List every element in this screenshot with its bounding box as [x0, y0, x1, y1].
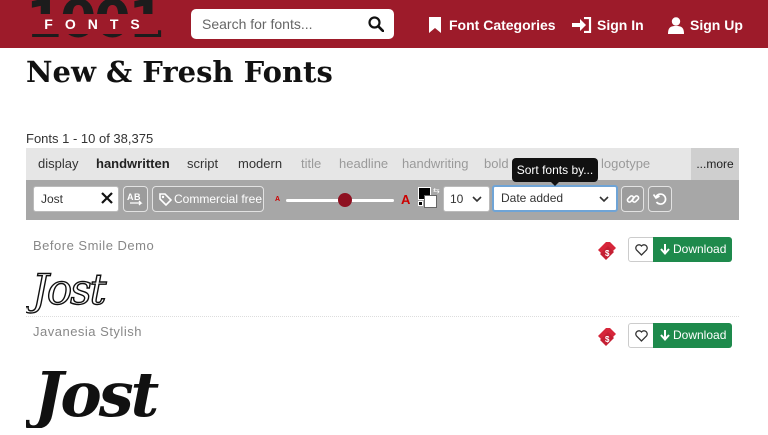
tag-icon [159, 193, 172, 206]
sort-tooltip: Sort fonts by... [512, 158, 598, 182]
user-icon [668, 17, 684, 34]
price-tag-icon[interactable]: $ [596, 326, 618, 348]
font-preview-text: Jost [26, 265, 107, 314]
search-box [191, 9, 394, 39]
category-display[interactable]: display [38, 148, 78, 180]
reset-colors-icon[interactable] [418, 201, 423, 206]
category-handwriting[interactable]: handwriting [402, 148, 469, 180]
preview-text-box [33, 186, 119, 212]
color-picker[interactable]: ⇆ [418, 186, 440, 209]
font-name[interactable]: Javanesia Stylish [33, 324, 142, 339]
nav-sign-up[interactable]: Sign Up [668, 14, 743, 36]
font-list-item: Before Smile Demo $ Download Jost [26, 232, 739, 316]
category-script[interactable]: script [187, 148, 218, 180]
close-icon[interactable] [101, 192, 113, 204]
undo-icon [653, 193, 667, 205]
category-modern[interactable]: modern [238, 148, 282, 180]
svg-text:$: $ [605, 335, 610, 344]
favorite-button[interactable] [628, 323, 654, 348]
font-preview[interactable]: Jost [26, 264, 146, 314]
per-page-select[interactable]: 10 [443, 186, 490, 212]
download-button[interactable]: Download [653, 237, 732, 262]
link-icon [626, 195, 640, 203]
nav-font-categories-label: Font Categories [449, 17, 556, 33]
price-tag-icon[interactable]: $ [596, 240, 618, 262]
bookmark-icon [429, 17, 441, 33]
svg-text:A: A [127, 192, 134, 202]
row-divider [26, 316, 739, 317]
arrow-down-icon [660, 244, 670, 255]
sort-select[interactable]: Date added [492, 185, 618, 212]
preview-text-input[interactable] [34, 187, 98, 211]
commercial-free-label: Commercial free [174, 192, 263, 206]
permalink-button[interactable] [621, 186, 644, 212]
text-case-icon: A B [127, 192, 143, 206]
site-logo[interactable]: 1001 FONTS [26, 0, 165, 50]
more-categories-button[interactable]: ...more [691, 148, 739, 180]
chevron-down-icon [472, 196, 482, 203]
reset-button[interactable] [648, 186, 672, 212]
svg-text:B: B [134, 192, 141, 202]
favorite-button[interactable] [628, 237, 654, 262]
nav-sign-in[interactable]: Sign In [572, 14, 644, 36]
category-bold[interactable]: bold [484, 148, 509, 180]
category-bar: display handwritten script modern title … [26, 148, 739, 180]
sign-in-icon [572, 17, 592, 33]
sort-value: Date added [501, 191, 564, 205]
search-input[interactable] [191, 9, 361, 39]
font-count: Fonts 1 - 10 of 38,375 [26, 131, 154, 146]
heart-icon [635, 330, 648, 342]
charmap-button[interactable]: A B [123, 186, 148, 212]
category-handwritten[interactable]: handwritten [96, 148, 170, 180]
commercial-free-button[interactable]: Commercial free [152, 186, 264, 212]
site-header: 1001 FONTS Font Categories Sign In Sign … [0, 0, 768, 50]
chevron-down-icon [599, 196, 609, 203]
search-icon[interactable] [368, 16, 384, 32]
nav-font-categories[interactable]: Font Categories [429, 14, 556, 36]
per-page-value: 10 [450, 192, 464, 206]
font-preview[interactable]: Jost [26, 348, 166, 428]
font-list-item: Javanesia Stylish $ Download Jost [26, 318, 739, 435]
font-name[interactable]: Before Smile Demo [33, 238, 154, 253]
heart-icon [635, 244, 648, 256]
nav-sign-in-label: Sign In [597, 17, 644, 33]
category-logotype[interactable]: logotype [601, 148, 650, 180]
preview-toolbar: A B Commercial free A A ⇆ 10 Date added [26, 180, 739, 220]
download-button[interactable]: Download [653, 323, 732, 348]
swap-colors-icon[interactable]: ⇆ [433, 186, 440, 195]
nav-sign-up-label: Sign Up [690, 17, 743, 33]
size-slider-thumb[interactable] [338, 193, 353, 207]
svg-text:$: $ [605, 249, 610, 258]
size-small-icon: A [275, 196, 281, 203]
download-label: Download [673, 328, 727, 342]
tooltip-arrow [550, 181, 560, 186]
font-preview-text: Jost [26, 358, 160, 428]
arrow-down-icon [660, 330, 670, 341]
logo-text: FONTS [44, 16, 152, 32]
download-label: Download [673, 242, 727, 256]
category-title[interactable]: title [301, 148, 321, 180]
background-color-swatch[interactable] [424, 195, 437, 208]
size-large-icon: A [401, 192, 411, 207]
category-headline[interactable]: headline [339, 148, 388, 180]
page-title: New & Fresh Fonts [26, 55, 333, 89]
